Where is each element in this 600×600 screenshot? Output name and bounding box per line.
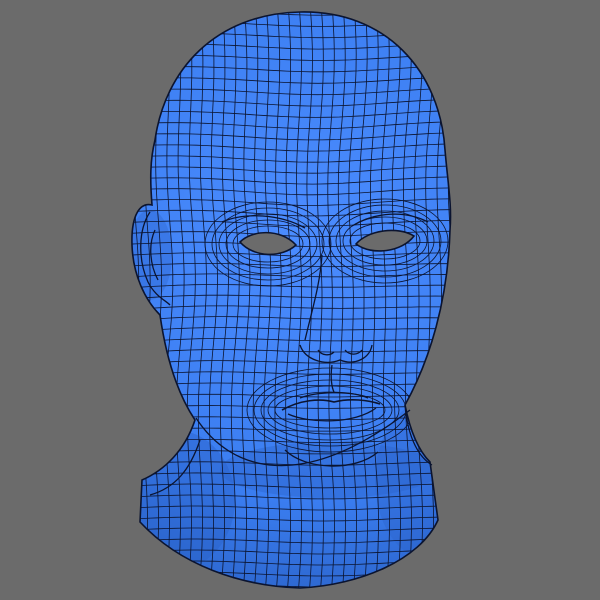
3d-viewport[interactable]	[0, 0, 600, 600]
head-mesh-render	[0, 0, 600, 600]
